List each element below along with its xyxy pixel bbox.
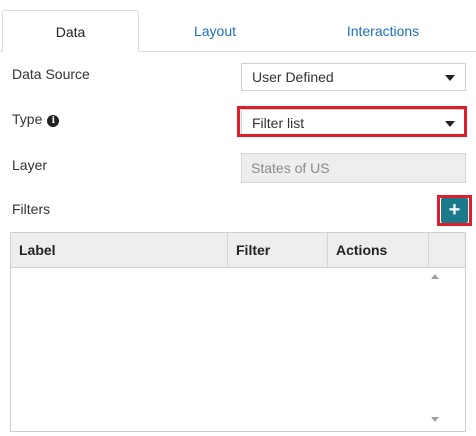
- scroll-down-arrow-icon[interactable]: [431, 417, 439, 422]
- layer-input[interactable]: States of US: [241, 153, 466, 183]
- data-source-label: Data Source: [12, 66, 90, 82]
- tab-layout[interactable]: Layout: [145, 10, 285, 52]
- column-header-spacer: [429, 233, 465, 267]
- caret-down-icon: [445, 75, 455, 81]
- layer-value: States of US: [251, 160, 330, 176]
- type-label: Type: [12, 111, 43, 127]
- data-source-select[interactable]: User Defined: [241, 63, 466, 91]
- filters-label: Filters: [12, 201, 51, 217]
- type-highlight-box: [237, 106, 467, 137]
- table-header: Label Filter Actions: [11, 233, 465, 268]
- column-header-actions[interactable]: Actions: [328, 233, 429, 267]
- column-header-filter[interactable]: Filter: [228, 233, 328, 267]
- tab-interactions[interactable]: Interactions: [290, 10, 476, 52]
- filters-table: Label Filter Actions: [10, 232, 466, 432]
- add-button-highlight-box: [437, 195, 472, 226]
- tab-data[interactable]: Data: [2, 10, 139, 52]
- tab-bar: Data Layout Interactions: [0, 0, 476, 52]
- scroll-up-arrow-icon[interactable]: [431, 274, 439, 279]
- info-icon[interactable]: i: [47, 115, 60, 127]
- data-source-value: User Defined: [252, 69, 334, 85]
- column-header-label[interactable]: Label: [11, 233, 228, 267]
- type-label-group: Type i: [12, 111, 60, 127]
- layer-label: Layer: [12, 157, 48, 173]
